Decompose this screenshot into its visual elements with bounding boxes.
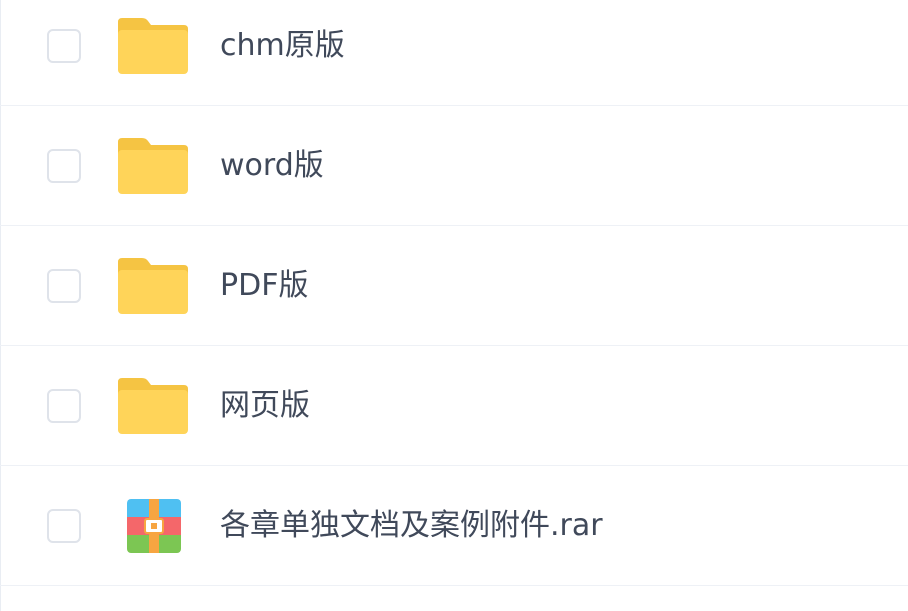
row-checkbox[interactable] — [47, 269, 81, 303]
folder-icon — [118, 256, 190, 316]
file-row-word[interactable]: word版 — [0, 106, 908, 226]
folder-icon — [118, 136, 190, 196]
file-name[interactable]: word版 — [220, 106, 324, 226]
file-name[interactable]: chm原版 — [220, 0, 345, 106]
file-name[interactable]: 各章单独文档及案例附件.rar — [220, 466, 603, 586]
folder-icon — [118, 16, 190, 76]
file-row-rar[interactable]: 各章单独文档及案例附件.rar — [0, 466, 908, 586]
file-row-pdf[interactable]: PDF版 — [0, 226, 908, 346]
row-checkbox[interactable] — [47, 509, 81, 543]
row-checkbox[interactable] — [47, 389, 81, 423]
rar-archive-icon — [127, 499, 181, 553]
file-row-web[interactable]: 网页版 — [0, 346, 908, 466]
row-checkbox[interactable] — [47, 149, 81, 183]
file-row-chm[interactable]: chm原版 — [0, 0, 908, 106]
folder-icon — [118, 376, 190, 436]
file-name[interactable]: 网页版 — [220, 346, 310, 466]
row-checkbox[interactable] — [47, 29, 81, 63]
file-list: chm原版 word版 PDF版 网页版 各章单独文档及案例附件.rar — [0, 0, 908, 586]
file-name[interactable]: PDF版 — [220, 226, 308, 346]
